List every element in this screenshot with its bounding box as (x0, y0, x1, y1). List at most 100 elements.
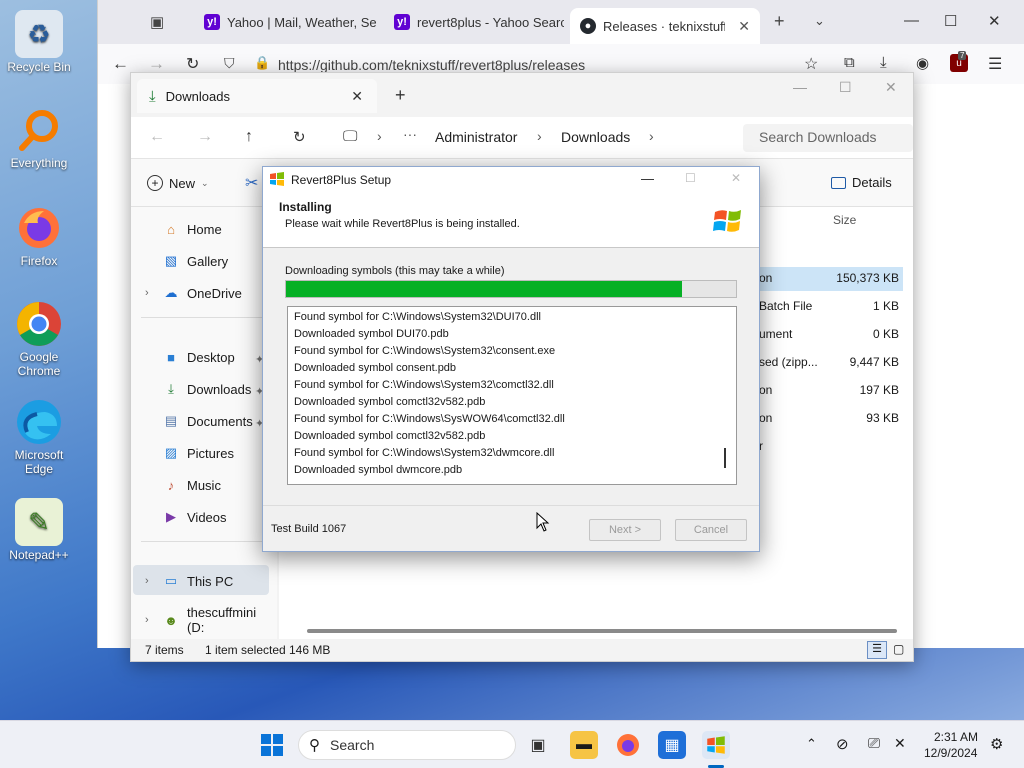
sidebar-item-desktop[interactable]: ■ Desktop (163, 349, 235, 365)
column-header-size[interactable]: Size (833, 213, 856, 227)
sidebar-item-documents[interactable]: ▤ Documents (163, 413, 253, 429)
clock-time[interactable]: 2:31 AM (934, 730, 978, 744)
new-button[interactable]: + New ⌄ (147, 175, 209, 191)
windows-logo-icon (713, 207, 743, 238)
reload-icon[interactable]: ↻ (186, 54, 199, 74)
home-icon: ⌂ (167, 221, 175, 237)
forward-arrow-icon[interactable]: → (197, 128, 213, 146)
sidebar-item-gallery[interactable]: ▧ Gallery (163, 253, 228, 269)
refresh-icon[interactable]: ↻ (293, 128, 306, 146)
tab-list-icon[interactable]: ▣ (150, 13, 164, 31)
sidebar-item-pictures[interactable]: ▨ Pictures (163, 445, 234, 461)
display-icon[interactable]: ⎚ (868, 735, 880, 752)
bookmark-star-icon[interactable]: ☆ (804, 54, 818, 74)
file-explorer-icon[interactable]: ▬ (570, 731, 598, 759)
close-icon[interactable]: ✕ (885, 79, 897, 96)
sidebar-item-music[interactable]: ♪ Music (163, 477, 221, 493)
file-row[interactable]: on 93 KB (759, 411, 899, 425)
explorer-tab-downloads[interactable]: ⤓ Downloads ✕ (137, 79, 377, 113)
forward-arrow-icon[interactable]: → (148, 54, 165, 74)
minimize-icon[interactable]: — (793, 79, 807, 95)
breadcrumb-downloads[interactable]: Downloads (561, 129, 630, 145)
back-arrow-icon[interactable]: ← (112, 54, 129, 74)
maximize-icon[interactable]: ☐ (944, 12, 957, 30)
back-arrow-icon[interactable]: ← (149, 128, 165, 146)
chevron-right-icon[interactable]: › (145, 287, 149, 299)
close-icon[interactable]: ✕ (988, 12, 1001, 30)
new-tab-icon[interactable]: + (774, 11, 785, 32)
log-scrollbar-thumb[interactable] (724, 448, 726, 468)
chevron-up-icon[interactable]: ⌃ (806, 736, 817, 752)
desktop-icon-notepadpp[interactable]: ✎ Notepad++ (2, 498, 76, 562)
task-view-icon[interactable]: ▣ (524, 731, 552, 759)
up-arrow-icon[interactable]: ↑ (245, 128, 253, 146)
sidebar-item-drive-d[interactable]: › ☻ thescuffmini (D: (145, 605, 277, 635)
horizontal-scrollbar[interactable] (307, 629, 897, 633)
sidebar-item-this-pc[interactable]: › ▭ This PC (145, 573, 233, 589)
firefox-taskbar-icon[interactable] (614, 731, 642, 759)
shield-icon[interactable]: ⛉ (224, 55, 235, 72)
tiles-view-icon[interactable]: ▢ (893, 642, 904, 656)
explorer-navigation-bar: ← → ↑ ↻ 🖵 › ··· Administrator › Download… (131, 117, 913, 159)
desktop-icon-edge[interactable]: Microsoft Edge (2, 398, 76, 476)
desktop-icon-chrome[interactable]: Google Chrome (2, 300, 76, 378)
details-button[interactable]: Details (831, 175, 892, 190)
browser-tab-yahoo-mail[interactable]: y! Yahoo | Mail, Weather, Se (194, 4, 379, 40)
details-view-icon[interactable]: ☰ (867, 641, 887, 659)
close-tab-icon[interactable]: ✕ (738, 18, 750, 35)
file-size: 93 KB (866, 411, 899, 425)
build-label: Test Build 1067 (271, 523, 347, 535)
install-log[interactable]: Found symbol for C:\Windows\System32\DUI… (287, 306, 737, 485)
progress-fill (286, 281, 682, 297)
chevron-right-icon[interactable]: › (649, 128, 654, 144)
breadcrumb-administrator[interactable]: Administrator (435, 129, 517, 145)
minimize-icon[interactable]: — (904, 12, 919, 29)
url-text[interactable]: https://github.com/teknixstuff/revert8pl… (278, 57, 585, 73)
file-row[interactable]: r (759, 439, 899, 453)
minimize-icon[interactable]: — (641, 171, 654, 186)
desktop-icon-everything[interactable]: Everything (2, 106, 76, 170)
file-row[interactable]: on 150,373 KB (759, 271, 899, 285)
cancel-button[interactable]: Cancel (675, 519, 747, 541)
browser-tab-github-releases[interactable]: ● Releases · teknixstuff/rev ✕ (570, 8, 760, 44)
notifications-icon[interactable]: ⚙ (990, 735, 1003, 753)
file-size: 0 KB (872, 327, 899, 341)
downloads-icon[interactable]: ⤓ (880, 54, 887, 71)
sidebar-item-videos[interactable]: ▶ Videos (163, 509, 227, 525)
file-row[interactable]: Batch File 1 KB (759, 299, 899, 313)
desktop-icon-recycle-bin[interactable]: ♻ Recycle Bin (2, 10, 76, 74)
cut-icon[interactable]: ✂ (245, 173, 258, 193)
file-row[interactable]: ument 0 KB (759, 327, 899, 341)
desktop-icon-firefox[interactable]: Firefox (2, 204, 76, 268)
account-icon[interactable]: ◉ (916, 54, 929, 72)
file-row[interactable]: on 197 KB (759, 383, 899, 397)
sidebar-item-onedrive[interactable]: › ☁ OneDrive (145, 285, 242, 301)
network-disconnected-icon[interactable]: ⊘ (836, 735, 849, 753)
sidebar-item-downloads[interactable]: ⤓ Downloads (163, 381, 251, 397)
close-tab-icon[interactable]: ✕ (351, 88, 363, 105)
menu-icon[interactable]: ☰ (988, 54, 1002, 74)
selection-count: 1 item selected (205, 643, 286, 657)
tab-title: Releases · teknixstuff/rev (603, 18, 726, 34)
new-tab-icon[interactable]: + (395, 85, 406, 106)
sidebar-item-label: Documents (187, 413, 253, 429)
more-icon[interactable]: ··· (403, 126, 417, 142)
taskbar-search[interactable]: ⚲ Search (298, 730, 516, 760)
maximize-icon[interactable]: ☐ (839, 79, 852, 96)
chevron-right-icon[interactable]: › (145, 575, 149, 587)
search-input[interactable]: Search Downloads (743, 124, 913, 152)
browser-tab-yahoo-search[interactable]: y! revert8plus - Yahoo Searc ✕ (384, 4, 564, 40)
volume-muted-icon[interactable]: ✕ (894, 735, 906, 752)
start-button[interactable] (258, 731, 286, 759)
next-button[interactable]: Next > (589, 519, 661, 541)
sidebar-item-home[interactable]: ⌂ Home (163, 221, 222, 237)
file-row[interactable]: sed (zipp... 9,447 KB (759, 355, 899, 369)
revert8plus-setup-taskbar-icon[interactable] (702, 731, 730, 759)
extensions-icon[interactable]: ⧉ (844, 54, 855, 71)
this-pc-icon[interactable]: 🖵 (343, 128, 357, 145)
chevron-down-icon[interactable]: ⌄ (814, 13, 825, 29)
clock-date[interactable]: 12/9/2024 (924, 746, 977, 760)
chevron-right-icon[interactable]: › (145, 614, 149, 626)
lock-icon[interactable]: 🔒 (254, 55, 270, 71)
microsoft-store-icon[interactable]: ▦ (658, 731, 686, 759)
